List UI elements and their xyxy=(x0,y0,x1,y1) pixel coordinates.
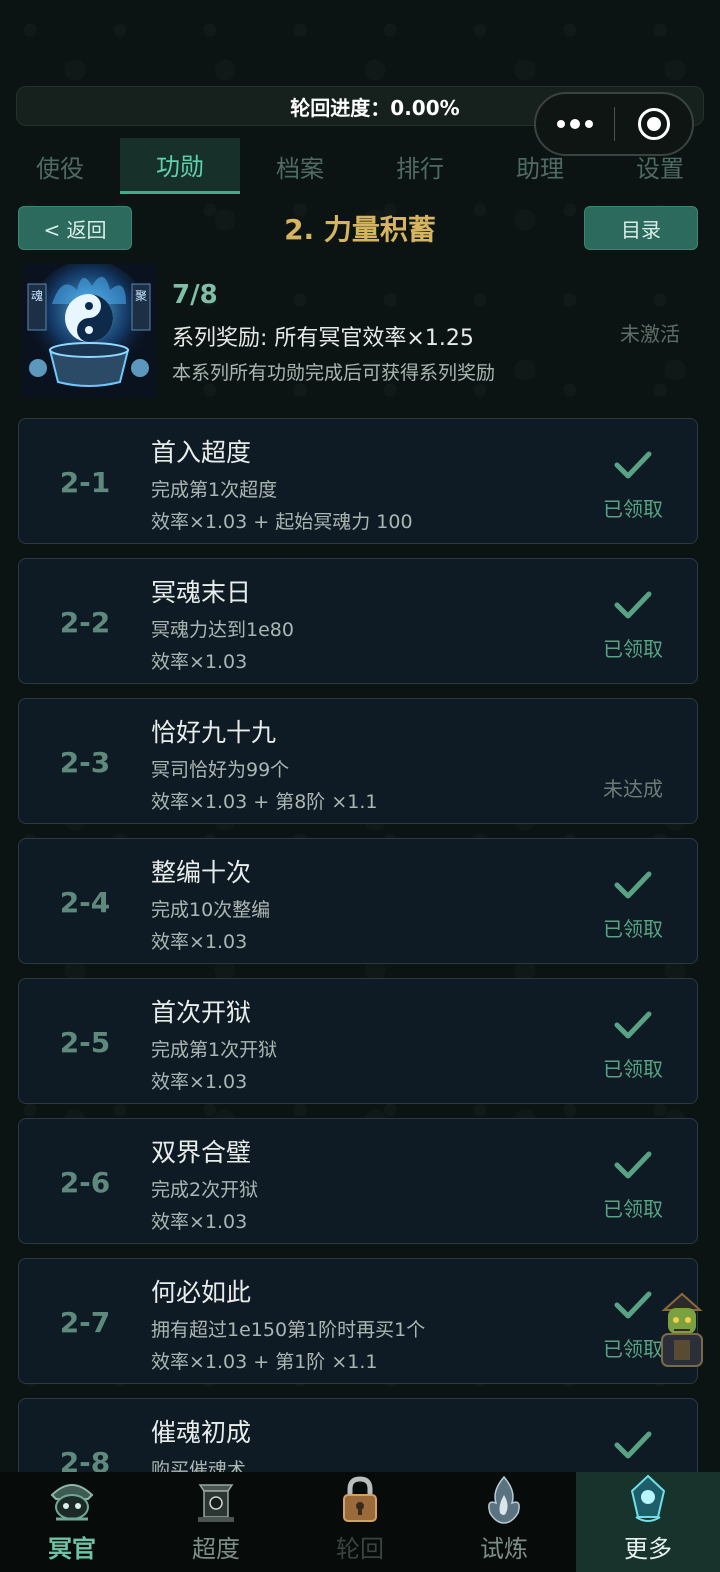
achievement-list: 2-1 首入超度 完成第1次超度 效率×1.03 + 起始冥魂力 100 已领取… xyxy=(18,418,698,1538)
achievement-status: 已领取 xyxy=(603,1057,663,1081)
achievement-card[interactable]: 2-2 冥魂末日 冥魂力达到1e80 效率×1.03 已领取 xyxy=(18,558,698,684)
checkmark-icon xyxy=(614,1291,652,1319)
nav-label: 轮回 xyxy=(336,1535,384,1563)
checkmark-icon xyxy=(614,1151,652,1179)
achievement-status: 已领取 xyxy=(603,637,663,661)
checkmark-icon xyxy=(614,1011,652,1039)
achievement-name: 整编十次 xyxy=(151,858,252,887)
back-button[interactable]: < 返回 xyxy=(18,206,132,250)
achievement-requirement: 完成第1次超度 xyxy=(151,479,278,501)
checkmark-icon xyxy=(614,451,652,479)
achievement-status: 已领取 xyxy=(603,917,663,941)
achievement-requirement: 拥有超过1e150第1阶时再买1个 xyxy=(151,1319,426,1341)
achievement-name: 首次开狱 xyxy=(151,998,252,1027)
achievement-status: 已领取 xyxy=(603,1197,663,1221)
top-tabs: 使役 功勋 档案 排行 助理 设置 xyxy=(0,138,720,194)
bottom-navigation: 冥官 超度 轮回 试炼 更多 xyxy=(0,1472,720,1572)
achievement-card[interactable]: 2-5 首次开狱 完成第1次开狱 效率×1.03 已领取 xyxy=(18,978,698,1104)
series-reward: 系列奖励: 所有冥官效率×1.25 xyxy=(172,326,474,351)
achievement-name: 恰好九十九 xyxy=(151,718,277,747)
series-status: 未激活 xyxy=(620,322,680,346)
nav-label: 冥官 xyxy=(48,1535,96,1563)
close-miniprogram-icon[interactable] xyxy=(615,108,692,140)
achievement-status: 未达成 xyxy=(603,777,663,801)
nav-item-gengduo[interactable]: 更多 xyxy=(576,1472,720,1572)
flame-icon xyxy=(488,1475,520,1524)
achievement-id: 2-5 xyxy=(59,1025,111,1059)
achievement-name: 双界合璧 xyxy=(151,1138,252,1167)
page-title: 2. 力量积蓄 xyxy=(284,213,436,246)
nav-item-lunhui[interactable]: 轮回 xyxy=(288,1472,432,1572)
checkmark-icon xyxy=(614,1431,652,1459)
tab-shezhi[interactable]: 设置 xyxy=(600,138,720,194)
achievement-id: 2-3 xyxy=(59,745,111,779)
nav-item-shilian[interactable]: 试炼 xyxy=(432,1472,576,1572)
nav-item-chaodu[interactable]: 超度 xyxy=(144,1472,288,1572)
achievement-bonus: 效率×1.03 + 起始冥魂力 100 xyxy=(151,511,413,533)
achievement-card[interactable]: 2-7 何必如此 拥有超过1e150第1阶时再买1个 效率×1.03 + 第1阶… xyxy=(18,1258,698,1384)
nav-item-mingguan[interactable]: 冥官 xyxy=(0,1472,144,1572)
series-progress-count: 7/8 xyxy=(172,280,218,310)
achievement-bonus: 效率×1.03 xyxy=(151,651,248,673)
achievement-id: 2-4 xyxy=(59,885,111,919)
yin-yang-cauldron-icon: 魂 聚 xyxy=(22,264,156,398)
achievement-bonus: 效率×1.03 + 第1阶 ×1.1 xyxy=(151,1351,378,1373)
banner-right-glyph: 聚 xyxy=(135,289,147,303)
lock-icon xyxy=(343,1476,377,1522)
tab-gongxun[interactable]: 功勋 xyxy=(120,138,240,194)
achievement-name: 冥魂末日 xyxy=(151,578,252,607)
achievement-id: 2-1 xyxy=(59,465,111,499)
checkmark-icon xyxy=(614,871,652,899)
catalog-button[interactable]: 目录 xyxy=(584,206,698,250)
nav-label: 试炼 xyxy=(480,1535,528,1563)
altar-icon xyxy=(198,1484,234,1522)
achievement-requirement: 冥司恰好为99个 xyxy=(151,759,290,781)
achievement-status: 已领取 xyxy=(603,497,663,521)
achievement-requirement: 完成第1次开狱 xyxy=(151,1039,278,1061)
nav-label: 超度 xyxy=(192,1535,240,1563)
banner-left-glyph: 魂 xyxy=(31,288,43,303)
achievement-card[interactable]: 2-4 整编十次 完成10次整编 效率×1.03 已领取 xyxy=(18,838,698,964)
tab-dangan[interactable]: 档案 xyxy=(240,138,360,194)
tab-paihang[interactable]: 排行 xyxy=(360,138,480,194)
achievement-id: 2-6 xyxy=(59,1165,111,1199)
achievement-id: 2-2 xyxy=(59,605,111,639)
tab-shiyi[interactable]: 使役 xyxy=(0,138,120,194)
achievement-name: 何必如此 xyxy=(151,1278,252,1307)
achievement-requirement: 完成2次开狱 xyxy=(151,1179,259,1201)
achievement-card[interactable]: 2-6 双界合璧 完成2次开狱 效率×1.03 已领取 xyxy=(18,1118,698,1244)
achievement-name: 首入超度 xyxy=(151,438,252,467)
ghost-helmet-icon xyxy=(50,1484,94,1521)
spirit-gem-icon xyxy=(630,1474,666,1522)
achievement-requirement: 完成10次整编 xyxy=(151,899,271,921)
checkmark-icon xyxy=(614,591,652,619)
achievement-card[interactable]: 2-3 恰好九十九 冥司恰好为99个 效率×1.03 + 第8阶 ×1.1 未达… xyxy=(18,698,698,824)
achievement-name: 催魂初成 xyxy=(151,1418,252,1447)
assistant-avatar[interactable] xyxy=(654,1290,710,1368)
achievement-card[interactable]: 2-1 首入超度 完成第1次超度 效率×1.03 + 起始冥魂力 100 已领取 xyxy=(18,418,698,544)
tab-zhuli[interactable]: 助理 xyxy=(480,138,600,194)
achievement-bonus: 效率×1.03 xyxy=(151,931,248,953)
achievement-bonus: 效率×1.03 xyxy=(151,1071,248,1093)
achievement-bonus: 效率×1.03 xyxy=(151,1211,248,1233)
achievement-requirement: 冥魂力达到1e80 xyxy=(151,619,294,641)
series-description: 本系列所有功勋完成后可获得系列奖励 xyxy=(172,362,496,384)
achievement-id: 2-7 xyxy=(59,1305,111,1339)
achievement-bonus: 效率×1.03 + 第8阶 ×1.1 xyxy=(151,791,378,813)
nav-label: 更多 xyxy=(624,1535,672,1563)
